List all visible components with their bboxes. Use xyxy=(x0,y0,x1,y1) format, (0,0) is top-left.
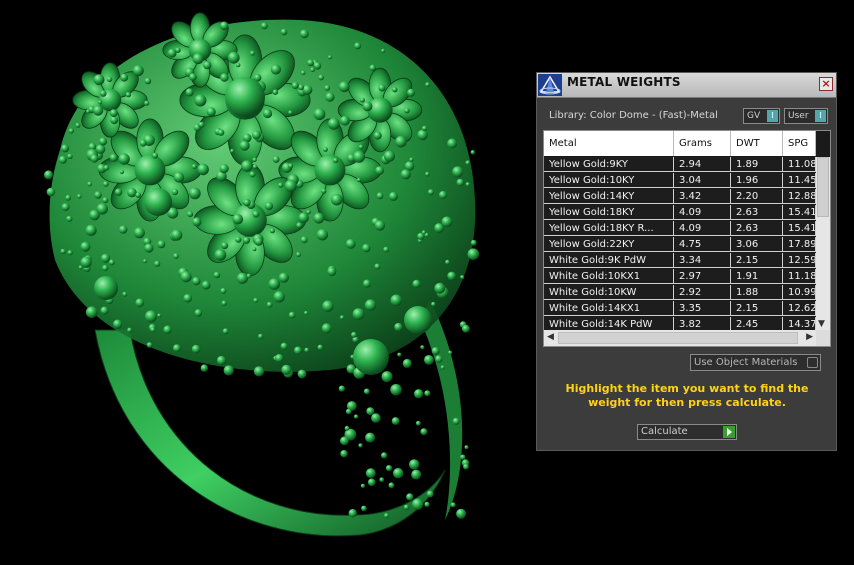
user-dropdown[interactable]: User I xyxy=(784,108,828,124)
cell-grams: 2.94 xyxy=(674,157,731,172)
gv-dropdown-value: GV xyxy=(747,111,761,121)
cell-spg: 12.88 xyxy=(783,189,816,204)
cell-dwt: 2.15 xyxy=(731,301,783,316)
cell-spg: 11.08 xyxy=(783,157,816,172)
pyramid-logo-icon xyxy=(538,74,562,96)
cell-grams: 2.97 xyxy=(674,269,731,284)
cell-dwt: 2.20 xyxy=(731,189,783,204)
cell-metal: White Gold:10KX1 xyxy=(544,269,674,284)
cell-spg: 15.41 xyxy=(783,205,816,220)
scroll-thumb[interactable] xyxy=(817,157,829,217)
panel-titlebar[interactable]: METAL WEIGHTS × xyxy=(537,73,836,98)
instruction-text: Highlight the item you want to find the … xyxy=(565,382,809,409)
column-header-spg[interactable]: SPG xyxy=(783,131,816,156)
cell-metal: Yellow Gold:18KY R... xyxy=(544,221,674,236)
user-dropdown-value: User xyxy=(788,111,809,121)
panel-title: METAL WEIGHTS xyxy=(567,75,681,89)
scroll-left-icon[interactable]: ◀ xyxy=(547,332,554,342)
cell-metal: White Gold:14KX1 xyxy=(544,301,674,316)
horizontal-scrollbar[interactable]: ◀ ▶ xyxy=(544,330,816,346)
cell-spg: 12.59 xyxy=(783,253,816,268)
cell-metal: Yellow Gold:22KY xyxy=(544,237,674,252)
cell-dwt: 3.06 xyxy=(731,237,783,252)
close-icon[interactable]: × xyxy=(819,77,833,91)
column-header-metal[interactable]: Metal xyxy=(544,131,674,156)
cell-grams: 3.42 xyxy=(674,189,731,204)
table-header: Metal Grams DWT SPG xyxy=(544,131,816,156)
table-row[interactable]: Yellow Gold:18KY 4.09 2.63 15.41 xyxy=(544,205,816,220)
table-row[interactable]: Yellow Gold:18KY R... 4.09 2.63 15.41 xyxy=(544,221,816,236)
cell-metal: Yellow Gold:14KY xyxy=(544,189,674,204)
3d-viewport[interactable] xyxy=(0,0,535,565)
cell-dwt: 1.89 xyxy=(731,157,783,172)
cell-dwt: 2.63 xyxy=(731,205,783,220)
table-row[interactable]: White Gold:10KW 2.92 1.88 10.99 xyxy=(544,285,816,300)
cell-metal: White Gold:9K PdW xyxy=(544,253,674,268)
cell-grams: 3.04 xyxy=(674,173,731,188)
play-arrow-icon[interactable] xyxy=(723,426,735,438)
cell-dwt: 2.15 xyxy=(731,253,783,268)
cell-spg: 12.62 xyxy=(783,301,816,316)
scroll-down-icon[interactable]: ▼ xyxy=(818,319,825,329)
table-row[interactable]: Yellow Gold:22KY 4.75 3.06 17.89 xyxy=(544,237,816,252)
table-row[interactable]: Yellow Gold:14KY 3.42 2.20 12.88 xyxy=(544,189,816,204)
use-object-materials-label: Use Object Materials xyxy=(694,357,798,368)
cell-dwt: 2.63 xyxy=(731,221,783,236)
ring-model xyxy=(44,12,480,537)
cell-spg: 10.99 xyxy=(783,285,816,300)
cell-dwt: 1.91 xyxy=(731,269,783,284)
calculate-button[interactable]: Calculate xyxy=(637,424,737,440)
cell-grams: 4.09 xyxy=(674,205,731,220)
vertical-scrollbar[interactable]: ▼ xyxy=(816,157,830,330)
calculate-label: Calculate xyxy=(641,426,688,437)
dropdown-arrow-icon[interactable]: I xyxy=(815,110,826,122)
cell-metal: Yellow Gold:10KY xyxy=(544,173,674,188)
table-row[interactable]: White Gold:14KX1 3.35 2.15 12.62 xyxy=(544,301,816,316)
dropdown-knob-icon[interactable] xyxy=(807,357,818,368)
cell-metal: Yellow Gold:18KY xyxy=(544,205,674,220)
table-row[interactable]: White Gold:10KX1 2.97 1.91 11.18 xyxy=(544,269,816,284)
scroll-right-icon[interactable]: ▶ xyxy=(806,332,813,342)
cell-grams: 3.35 xyxy=(674,301,731,316)
cell-metal: Yellow Gold:9KY xyxy=(544,157,674,172)
use-object-materials-dropdown[interactable]: Use Object Materials xyxy=(690,354,821,371)
column-header-dwt[interactable]: DWT xyxy=(731,131,783,156)
cell-grams: 2.92 xyxy=(674,285,731,300)
cell-grams: 4.75 xyxy=(674,237,731,252)
table-row[interactable]: White Gold:9K PdW 3.34 2.15 12.59 xyxy=(544,253,816,268)
cell-grams: 4.09 xyxy=(674,221,731,236)
column-header-grams[interactable]: Grams xyxy=(674,131,731,156)
cell-spg: 17.89 xyxy=(783,237,816,252)
table-row[interactable]: Yellow Gold:10KY 3.04 1.96 11.45 xyxy=(544,173,816,188)
metal-weights-panel: METAL WEIGHTS × Library: Color Dome - (F… xyxy=(536,72,837,451)
cell-dwt: 1.96 xyxy=(731,173,783,188)
cell-spg: 11.18 xyxy=(783,269,816,284)
scrollbar-corner xyxy=(816,330,830,346)
cell-dwt: 1.88 xyxy=(731,285,783,300)
dropdown-arrow-icon[interactable]: I xyxy=(767,110,778,122)
gv-dropdown[interactable]: GV I xyxy=(743,108,780,124)
cell-spg: 15.41 xyxy=(783,221,816,236)
scroll-thumb[interactable] xyxy=(558,332,798,344)
library-label: Library: Color Dome - (Fast)-Metal xyxy=(549,110,718,121)
cell-spg: 11.45 xyxy=(783,173,816,188)
cell-metal: White Gold:10KW xyxy=(544,285,674,300)
cell-grams: 3.34 xyxy=(674,253,731,268)
metal-weights-table[interactable]: Metal Grams DWT SPG Yellow Gold:9KY 2.94… xyxy=(543,130,831,347)
table-row[interactable]: Yellow Gold:9KY 2.94 1.89 11.08 xyxy=(544,157,816,172)
